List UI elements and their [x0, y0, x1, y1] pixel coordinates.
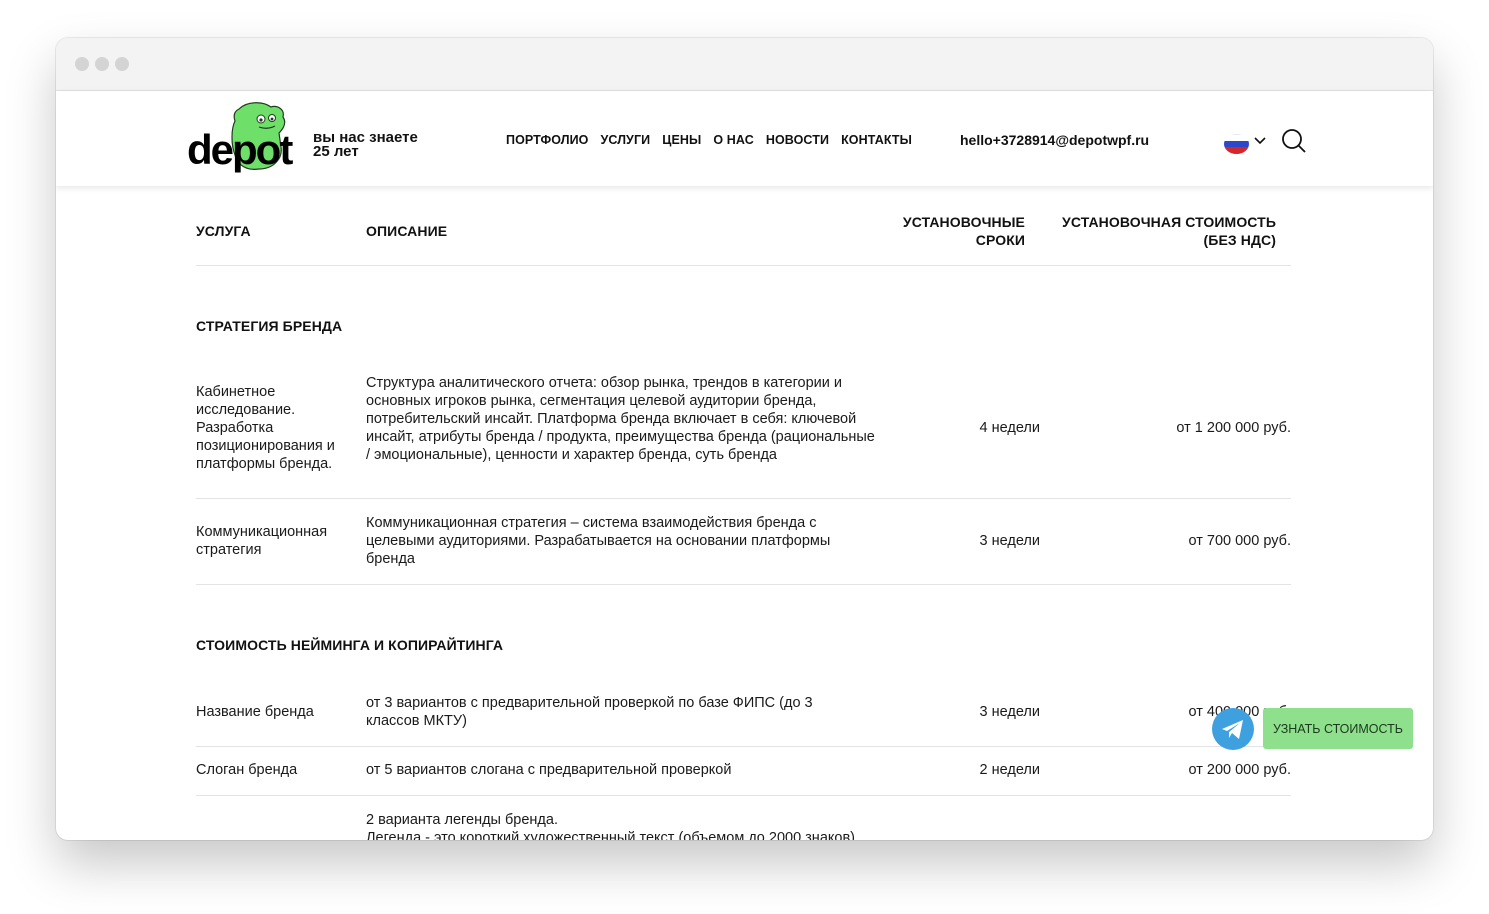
row-cost: от 200 000 руб.: [1188, 762, 1291, 778]
contact-email-link[interactable]: hello+3728914@depotwpf.ru: [960, 132, 1149, 148]
row-service: Название бренда: [196, 704, 314, 720]
nav-portfolio[interactable]: ПОРТФОЛИО: [506, 133, 589, 147]
row-cost: от 700 000 руб.: [1188, 533, 1291, 549]
row-cost: от 1 200 000 руб.: [1176, 420, 1291, 436]
logo-wordmark: depot: [187, 126, 293, 173]
row-terms: 3 недели: [979, 533, 1040, 549]
nav-contacts[interactable]: КОНТАКТЫ: [841, 133, 912, 147]
row-service: Кабинетное исследование. Разработка пози…: [196, 384, 335, 472]
section-title-naming: СТОИМОСТЬ НЕЙМИНГА И КОПИРАЙТИНГА: [196, 637, 504, 653]
row-terms: 2 недели: [979, 762, 1040, 778]
description-line-2: Легенда - это короткий художественный те…: [366, 830, 855, 840]
column-header-description: ОПИСАНИЕ: [366, 223, 448, 239]
row-description: от 3 вариантов с предварительной проверк…: [366, 695, 813, 729]
telegram-icon: [1222, 720, 1243, 739]
depot-logo[interactable]: depot: [187, 99, 307, 173]
get-price-button[interactable]: УЗНАТЬ СТОИМОСТЬ: [1263, 708, 1413, 749]
row-terms: 4 недели: [979, 420, 1040, 436]
section-title-brand-strategy: СТРАТЕГИЯ БРЕНДА: [196, 318, 343, 334]
row-description: 2 варианта легенды бренда. Легенда - это…: [366, 811, 906, 840]
window-zoom-button[interactable]: [115, 57, 129, 71]
row-terms: 3 недели: [979, 704, 1040, 720]
cost-header-line-2: (БЕЗ НДС): [1203, 232, 1276, 248]
browser-titlebar: [56, 38, 1433, 91]
window-close-button[interactable]: [75, 57, 89, 71]
terms-header-line-1: УСТАНОВОЧНЫЕ: [902, 214, 1025, 230]
header-divider: [196, 265, 1291, 266]
row-service: Слоган бренда: [196, 762, 298, 778]
nav-prices[interactable]: ЦЕНЫ: [662, 133, 701, 147]
row-description: Структура аналитического отчета: обзор р…: [366, 375, 875, 463]
site-header: depot вы нас знаете 25 лет ПОРТФОЛИО УСЛ…: [56, 91, 1433, 186]
nav-services[interactable]: УСЛУГИ: [601, 133, 651, 147]
language-switcher[interactable]: [1224, 134, 1268, 154]
column-header-service: УСЛУГА: [196, 223, 251, 239]
nav-news[interactable]: НОВОСТИ: [766, 133, 829, 147]
row-divider: [196, 498, 1291, 499]
row-divider: [196, 746, 1291, 747]
main-nav: ПОРТФОЛИО УСЛУГИ ЦЕНЫ О НАС НОВОСТИ КОНТ…: [506, 133, 912, 147]
search-icon[interactable]: [1281, 128, 1307, 154]
terms-header-line-2: СРОКИ: [975, 232, 1025, 248]
russia-flag-icon: [1224, 134, 1249, 154]
nav-about[interactable]: О НАС: [713, 133, 753, 147]
row-cost: от 400 000 руб.: [1188, 704, 1291, 720]
row-service: Коммуникационная стратегия: [196, 524, 328, 558]
window-minimize-button[interactable]: [95, 57, 109, 71]
row-description: Коммуникационная стратегия – система вза…: [366, 515, 831, 567]
chevron-down-icon: [1254, 137, 1266, 145]
tagline: вы нас знаете 25 лет: [313, 130, 418, 160]
column-header-cost: УСТАНОВОЧНАЯ СТОИМОСТЬ (БЕЗ НДС): [1046, 213, 1276, 249]
price-table: УСЛУГА ОПИСАНИЕ УСТАНОВОЧНЫЕ СРОКИ УСТАН…: [196, 186, 1291, 840]
row-divider: [196, 795, 1291, 796]
row-description: от 5 вариантов слогана с предварительной…: [366, 762, 732, 778]
tagline-line-2: 25 лет: [313, 143, 359, 160]
description-line-1: 2 варианта легенды бренда.: [366, 812, 558, 828]
telegram-button[interactable]: [1212, 708, 1254, 750]
cost-header-line-1: УСТАНОВОЧНАЯ СТОИМОСТЬ: [1062, 214, 1276, 230]
column-header-terms: УСТАНОВОЧНЫЕ СРОКИ: [896, 213, 1025, 249]
row-divider: [196, 584, 1291, 585]
